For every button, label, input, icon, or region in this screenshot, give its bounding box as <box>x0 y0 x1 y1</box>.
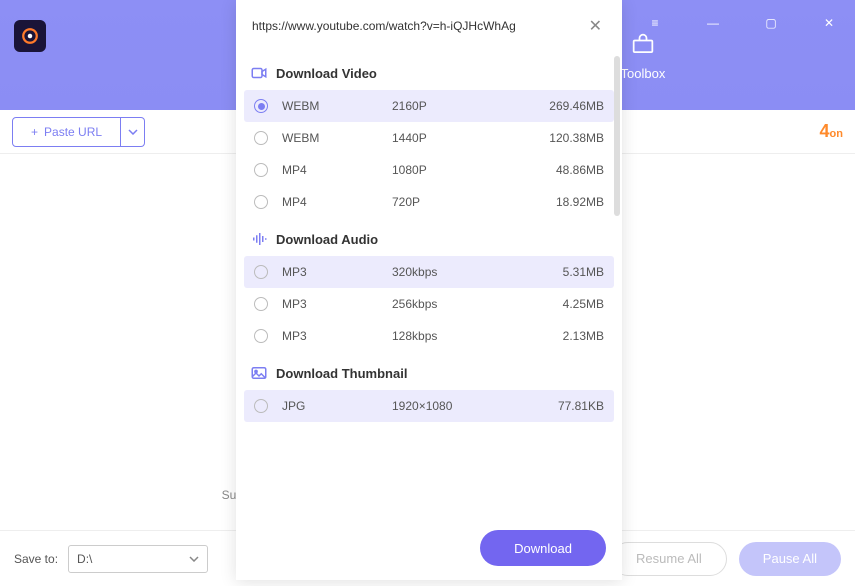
download-options-modal: https://www.youtube.com/watch?v=h-iQJHcW… <box>236 0 622 580</box>
image-icon <box>250 364 268 382</box>
radio-icon <box>254 163 268 177</box>
modal-header: https://www.youtube.com/watch?v=h-iQJHcW… <box>236 0 622 48</box>
video-option-row[interactable]: MP4 1080P 48.86MB <box>244 154 614 186</box>
radio-icon <box>254 265 268 279</box>
chevron-down-icon <box>128 129 138 135</box>
opt-quality: 720P <box>392 195 524 209</box>
radio-icon <box>254 195 268 209</box>
opt-quality: 1080P <box>392 163 524 177</box>
paste-url-group: + Paste URL <box>12 117 145 147</box>
audio-option-row[interactable]: MP3 128kbps 2.13MB <box>244 320 614 352</box>
opt-format: MP4 <box>282 195 392 209</box>
audio-option-row[interactable]: MP3 256kbps 4.25MB <box>244 288 614 320</box>
opt-quality: 1440P <box>392 131 524 145</box>
maximize-button[interactable]: ▢ <box>753 8 789 38</box>
opt-size: 5.31MB <box>524 265 604 279</box>
download-button[interactable]: Download <box>480 530 606 566</box>
pause-all-button[interactable]: Pause All <box>739 542 841 576</box>
section-audio-title: Download Audio <box>276 232 378 247</box>
save-to-group: Save to: D:\ <box>14 545 208 573</box>
audio-icon <box>250 230 268 248</box>
paste-url-button[interactable]: + Paste URL <box>12 117 121 147</box>
save-to-value: D:\ <box>77 552 92 566</box>
radio-icon <box>254 297 268 311</box>
resume-all-button[interactable]: Resume All <box>611 542 727 576</box>
opt-quality: 320kbps <box>392 265 524 279</box>
modal-close-button[interactable]: ✕ <box>585 14 606 38</box>
app-logo <box>14 20 46 52</box>
paste-url-dropdown[interactable] <box>121 117 145 147</box>
opt-size: 120.38MB <box>524 131 604 145</box>
menu-button[interactable]: ≡ <box>637 8 673 38</box>
opt-format: MP3 <box>282 329 392 343</box>
modal-footer: Download <box>236 516 622 580</box>
window-controls: ≡ — ▢ ✕ <box>637 8 847 38</box>
opt-size: 77.81KB <box>524 399 604 413</box>
minimize-button[interactable]: — <box>695 8 731 38</box>
modal-body: Download Video WEBM 2160P 269.46MB WEBM … <box>236 48 622 516</box>
bottom-actions: Resume All Pause All <box>611 542 841 576</box>
opt-format: WEBM <box>282 99 392 113</box>
section-video-header: Download Video <box>244 52 614 90</box>
close-window-button[interactable]: ✕ <box>811 8 847 38</box>
opt-size: 18.92MB <box>524 195 604 209</box>
opt-quality: 256kbps <box>392 297 524 311</box>
section-thumbnail-header: Download Thumbnail <box>244 352 614 390</box>
radio-icon <box>254 399 268 413</box>
brand-badge: 44onon <box>820 121 843 142</box>
scrollbar[interactable] <box>614 56 620 216</box>
save-to-label: Save to: <box>14 552 58 566</box>
video-option-row[interactable]: WEBM 1440P 120.38MB <box>244 122 614 154</box>
thumbnail-option-row[interactable]: JPG 1920×1080 77.81KB <box>244 390 614 422</box>
opt-quality: 2160P <box>392 99 524 113</box>
video-icon <box>250 64 268 82</box>
opt-format: MP4 <box>282 163 392 177</box>
section-thumbnail-title: Download Thumbnail <box>276 366 407 381</box>
opt-size: 4.25MB <box>524 297 604 311</box>
opt-format: JPG <box>282 399 392 413</box>
opt-format: MP3 <box>282 265 392 279</box>
opt-size: 269.46MB <box>524 99 604 113</box>
video-option-row[interactable]: MP4 720P 18.92MB <box>244 186 614 218</box>
video-option-row[interactable]: WEBM 2160P 269.46MB <box>244 90 614 122</box>
opt-format: WEBM <box>282 131 392 145</box>
save-to-dropdown[interactable]: D:\ <box>68 545 208 573</box>
radio-icon <box>254 99 268 113</box>
section-video-title: Download Video <box>276 66 377 81</box>
opt-quality: 128kbps <box>392 329 524 343</box>
chevron-down-icon <box>189 556 199 562</box>
opt-quality: 1920×1080 <box>392 399 524 413</box>
section-audio-header: Download Audio <box>244 218 614 256</box>
radio-icon <box>254 329 268 343</box>
opt-format: MP3 <box>282 297 392 311</box>
modal-url: https://www.youtube.com/watch?v=h-iQJHcW… <box>252 19 573 33</box>
radio-icon <box>254 131 268 145</box>
opt-size: 48.86MB <box>524 163 604 177</box>
opt-size: 2.13MB <box>524 329 604 343</box>
tab-toolbox-label: Toolbox <box>621 66 666 81</box>
audio-option-row[interactable]: MP3 320kbps 5.31MB <box>244 256 614 288</box>
paste-url-label: Paste URL <box>44 125 102 139</box>
plus-icon: + <box>31 125 38 139</box>
